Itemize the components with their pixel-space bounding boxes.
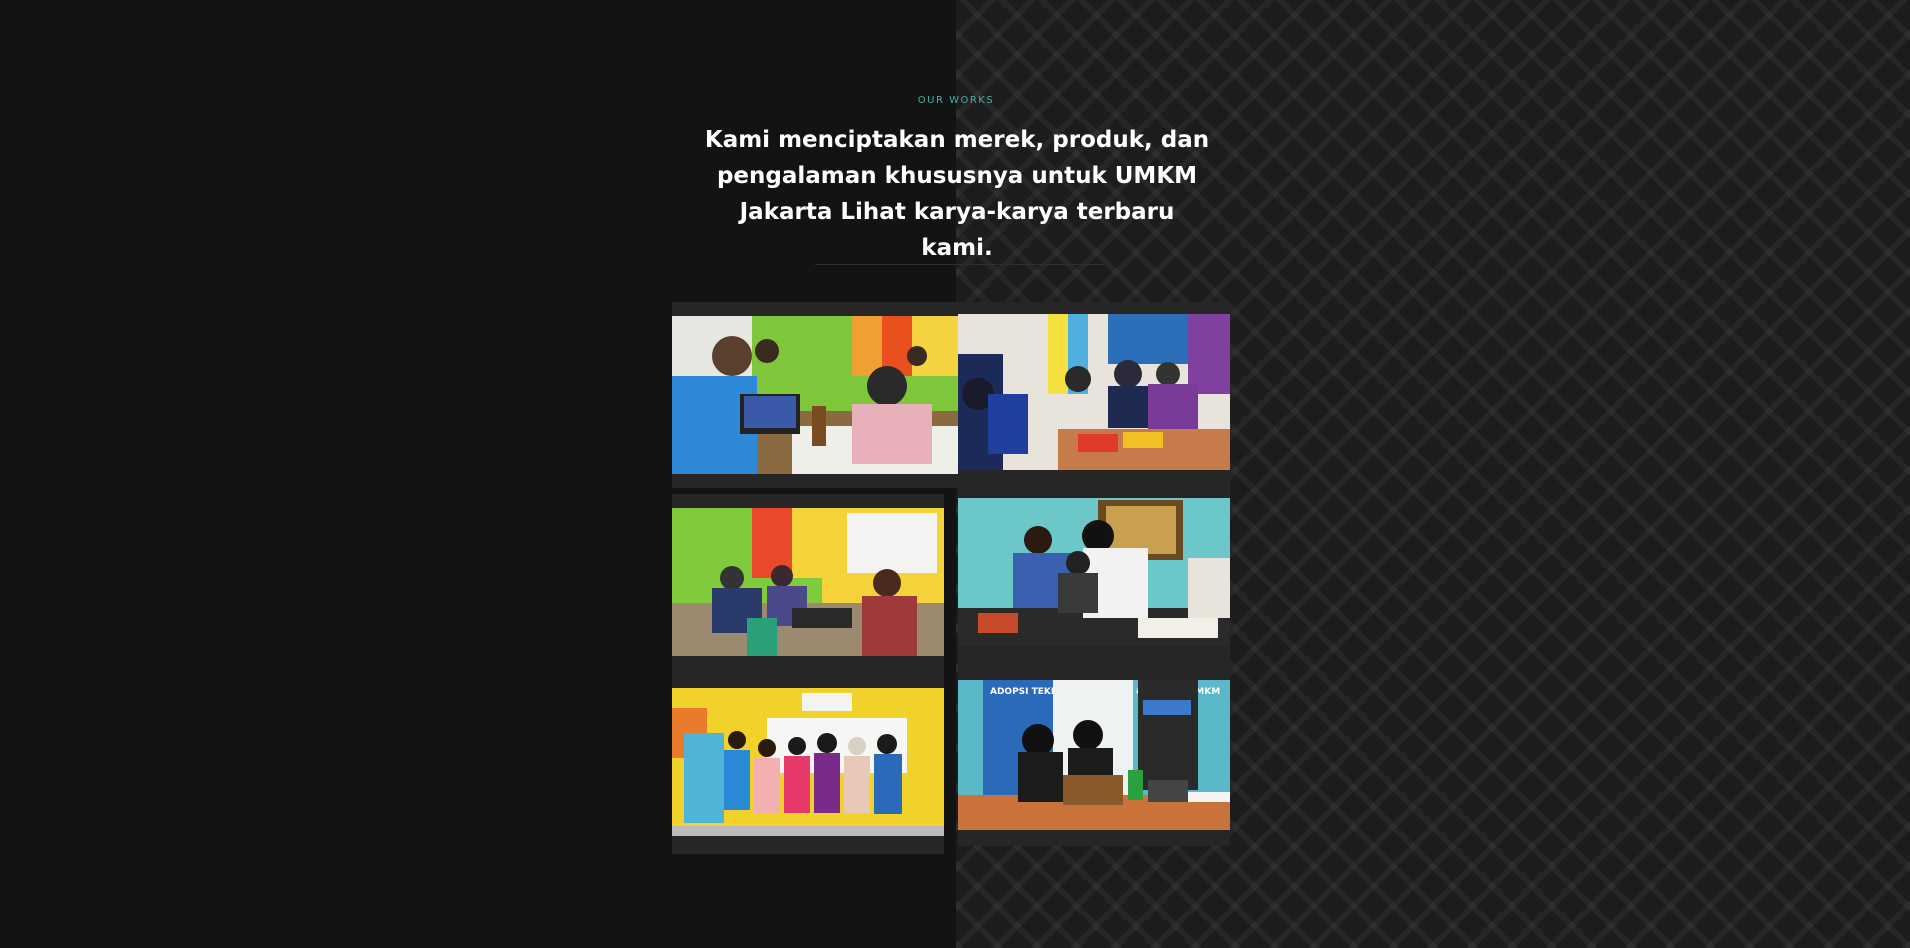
workshop-photo-3[interactable] <box>672 508 944 656</box>
section-eyebrow: OUR WORKS <box>917 95 995 106</box>
workshop-photo-1[interactable] <box>672 316 958 474</box>
section-divider <box>815 264 1105 265</box>
workshop-photo-5[interactable] <box>672 688 944 836</box>
workshop-photo-6[interactable]: ADOPSI TEKNOLOGI DIGITAL & AI BAGI UMKM <box>958 680 1230 830</box>
photo-4-image <box>958 498 1230 646</box>
photo-3-image <box>672 508 944 656</box>
section-headline: Kami menciptakan merek, produk, dan peng… <box>704 127 1210 261</box>
photo-5-image <box>672 688 944 836</box>
workshop-photo-2[interactable] <box>958 314 1230 470</box>
workshop-photo-4[interactable] <box>958 498 1230 646</box>
works-section: OUR WORKS Kami menciptakan merek, produk… <box>0 0 1910 948</box>
photo-1-image <box>672 316 958 474</box>
photo-2-image <box>958 314 1230 470</box>
photo-6-image: ADOPSI TEKNOLOGI DIGITAL & AI BAGI UMKM <box>958 680 1230 830</box>
